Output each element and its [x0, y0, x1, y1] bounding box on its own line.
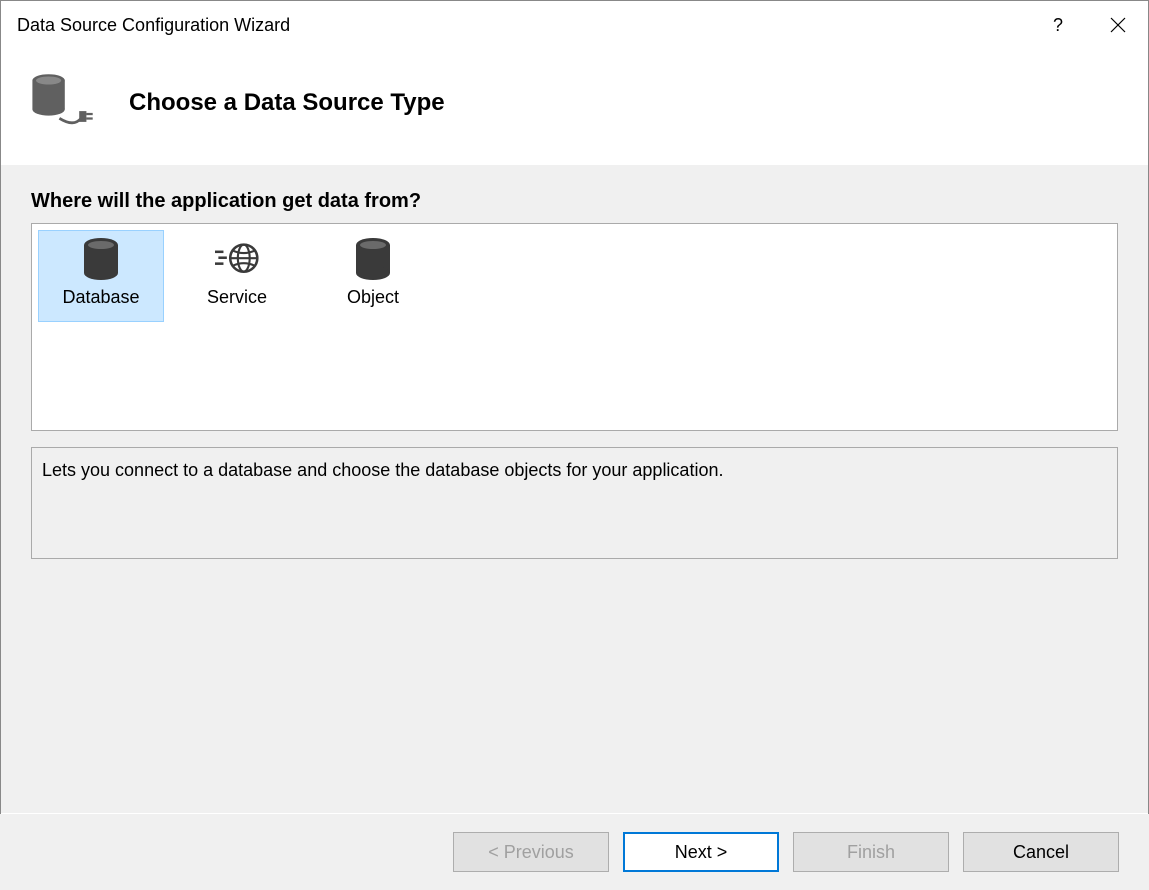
option-database[interactable]: Database — [38, 230, 164, 322]
service-icon — [215, 237, 259, 281]
cancel-button[interactable]: Cancel — [963, 832, 1119, 872]
help-icon: ? — [1053, 15, 1063, 36]
wizard-header: Choose a Data Source Type — [1, 49, 1148, 165]
wizard-step-title: Choose a Data Source Type — [129, 89, 445, 117]
help-button[interactable]: ? — [1028, 1, 1088, 49]
finish-button: Finish — [793, 832, 949, 872]
wizard-header-icon — [27, 67, 99, 139]
close-button[interactable] — [1088, 1, 1148, 49]
data-source-options: Database Service — [31, 223, 1118, 431]
option-label: Object — [347, 287, 399, 308]
previous-button: < Previous — [453, 832, 609, 872]
database-icon — [79, 237, 123, 281]
close-icon — [1110, 17, 1126, 33]
option-description: Lets you connect to a database and choos… — [31, 447, 1118, 559]
titlebar: Data Source Configuration Wizard ? — [1, 1, 1148, 49]
option-label: Service — [207, 287, 267, 308]
object-icon — [351, 237, 395, 281]
next-button[interactable]: Next > — [623, 832, 779, 872]
wizard-content: Where will the application get data from… — [1, 165, 1148, 813]
option-service[interactable]: Service — [174, 230, 300, 322]
database-plug-icon — [27, 68, 99, 138]
content-question: Where will the application get data from… — [31, 190, 1118, 213]
wizard-footer: < Previous Next > Finish Cancel — [0, 814, 1149, 890]
window-title: Data Source Configuration Wizard — [17, 15, 1028, 36]
option-object[interactable]: Object — [310, 230, 436, 322]
option-label: Database — [62, 287, 139, 308]
